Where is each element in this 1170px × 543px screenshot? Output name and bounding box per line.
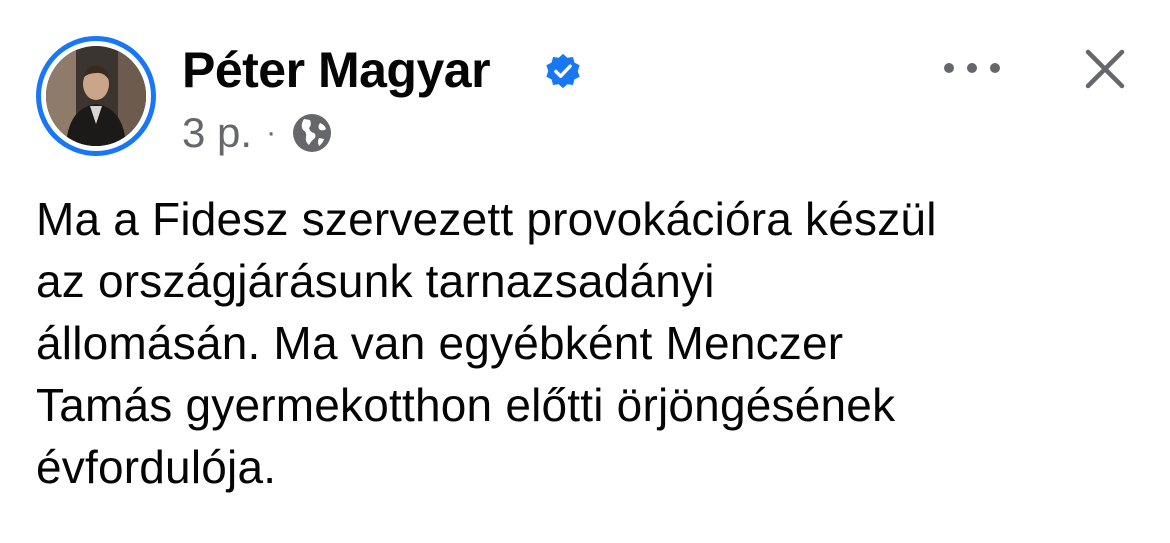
more-dot — [990, 63, 1000, 73]
avatar[interactable] — [36, 36, 156, 156]
author-name[interactable]: Péter Magyar — [182, 40, 491, 100]
post-timestamp[interactable]: 3 p. — [182, 108, 252, 158]
post-header: Péter Magyar 3 p. · — [36, 36, 1136, 166]
more-horizontal-icon[interactable] — [944, 50, 1000, 86]
more-dot — [944, 63, 954, 73]
verified-badge-icon — [546, 53, 580, 89]
post-text-line: állomásán. Ma van egyébként Menczer — [36, 317, 844, 369]
avatar-photo — [46, 46, 146, 146]
more-dot — [967, 63, 977, 73]
post-text-line: Tamás gyermekotthon előtti örjöngésének — [36, 379, 896, 431]
post-text-line: évfordulója. — [36, 441, 277, 493]
close-icon[interactable] — [1080, 44, 1130, 94]
meta-separator: · — [266, 116, 277, 149]
post-body: Ma a Fidesz szervezett provokációra kész… — [36, 188, 1146, 498]
post-text-line: az országjárásunk tarnazsadányi — [36, 255, 715, 307]
globe-icon[interactable] — [290, 111, 334, 155]
post-meta: 3 p. · — [182, 108, 334, 158]
post-text-line: Ma a Fidesz szervezett provokációra kész… — [36, 193, 937, 245]
